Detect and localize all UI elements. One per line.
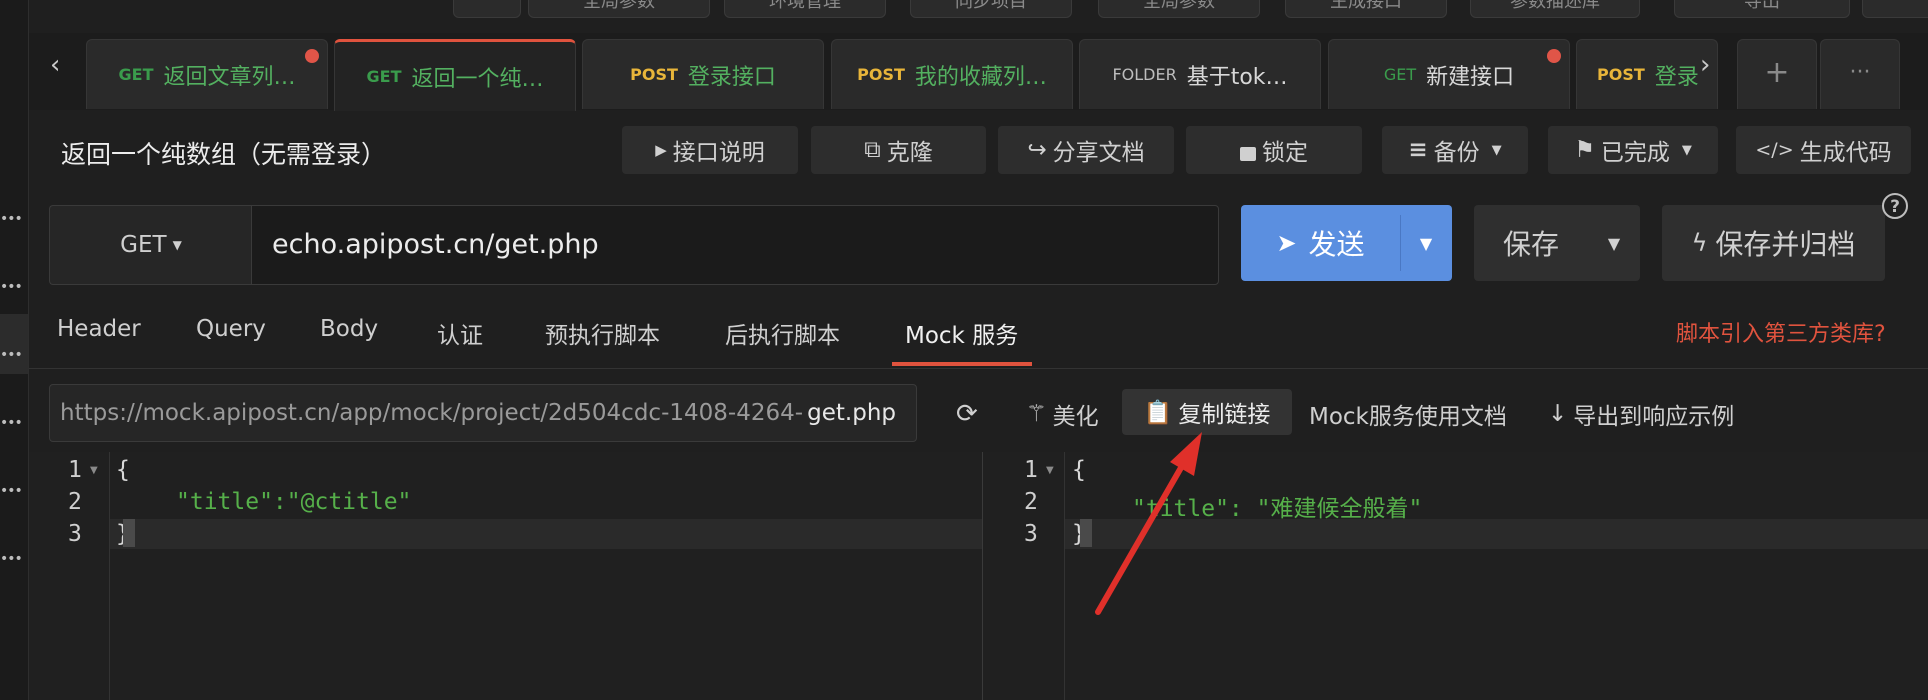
top-toolbar-button[interactable]: 参数描述库 (1470, 0, 1640, 18)
unsaved-dot (1547, 49, 1561, 63)
tab-query[interactable]: Query (196, 316, 266, 342)
tab-item[interactable]: POST 我的收藏列… (831, 39, 1073, 109)
tab-post-script[interactable]: 后执行脚本 (725, 316, 840, 350)
tab-pre-script[interactable]: 预执行脚本 (545, 316, 660, 350)
active-tab-underline (892, 362, 1032, 366)
line-number: 1 (1024, 457, 1038, 483)
top-toolbar-button[interactable] (1862, 0, 1928, 18)
top-toolbar-button[interactable]: 环境管理 (724, 0, 886, 18)
url-input[interactable]: echo.apipost.cn/get.php (251, 205, 1219, 285)
line-number: 2 (68, 489, 82, 515)
api-title: 返回一个纯数组（无需登录） (61, 140, 387, 169)
lock-button[interactable]: 锁定 (1186, 126, 1362, 174)
save-button[interactable]: 保存 ▼ (1474, 205, 1640, 281)
divider (29, 368, 1928, 369)
more-tabs-button[interactable]: ··· (1820, 39, 1900, 109)
save-archive-button[interactable]: ϟ 保存并归档 (1662, 205, 1885, 281)
tab-item[interactable]: GET 新建接口 (1328, 39, 1570, 109)
help-icon[interactable]: ? (1882, 193, 1908, 219)
lock-icon (1240, 147, 1256, 161)
beautify-button[interactable]: ⚚ 美化 (1026, 392, 1099, 436)
api-doc-button[interactable]: ▶ 接口说明 (622, 126, 798, 174)
tab-next-arrow[interactable]: › (1700, 50, 1710, 80)
send-main[interactable]: ➤ 发送 (1241, 205, 1400, 281)
text-cursor (123, 519, 135, 547)
more-icon[interactable]: ••• (0, 552, 23, 566)
line-number: 3 (1024, 521, 1038, 547)
tab-header[interactable]: Header (57, 316, 141, 342)
new-tab-button[interactable]: + (1737, 39, 1817, 109)
send-icon: ➤ (1276, 229, 1297, 257)
clone-button[interactable]: ⧉ 克隆 (811, 126, 986, 174)
top-toolbar-button[interactable]: 导出 (1674, 0, 1850, 18)
export-response-button[interactable]: ↓ 导出到响应示例 (1548, 392, 1734, 436)
code-line: "title":"@ctitle" (176, 489, 412, 515)
chevron-down-icon[interactable]: ▼ (1588, 205, 1640, 281)
code-icon: </> (1755, 139, 1794, 161)
tab-item[interactable]: FOLDER 基于tok… (1079, 39, 1321, 109)
top-toolbar-button[interactable] (453, 0, 521, 18)
share-doc-button[interactable]: ↪ 分享文档 (998, 126, 1174, 174)
top-toolbar-button[interactable]: 全局参数 (1098, 0, 1260, 18)
left-sidebar-strip: ••• ••• ••• ••• ••• ••• (0, 0, 29, 700)
top-toolbar-button[interactable]: 生成接口 (1285, 0, 1447, 18)
tab-item[interactable]: POST 登录接口 (582, 39, 824, 109)
clipboard-icon: 📋 (1143, 399, 1173, 426)
tab-mock-service[interactable]: Mock 服务 (905, 316, 1018, 350)
mock-template-editor[interactable] (29, 452, 982, 700)
code-line: { (116, 457, 130, 483)
chevron-down-icon: ▼ (172, 238, 182, 252)
share-icon: ↪ (1027, 137, 1047, 163)
editor-splitter[interactable] (982, 452, 983, 700)
database-icon: ≡ (1408, 137, 1428, 163)
tab-body[interactable]: Body (320, 316, 378, 342)
magic-wand-icon: ⚚ (1026, 401, 1047, 427)
more-icon[interactable]: ••• (0, 212, 23, 226)
code-line: { (1072, 457, 1086, 483)
more-icon[interactable]: ••• (0, 416, 23, 430)
fold-arrow-icon[interactable]: ▼ (90, 465, 98, 476)
tab-item-active[interactable]: GET 返回一个纯… (334, 39, 576, 111)
tab-item[interactable]: GET 返回文章列… (86, 39, 328, 109)
copy-link-button[interactable]: 📋 复制链接 (1122, 389, 1292, 435)
line-number: 2 (1024, 489, 1038, 515)
generate-code-button[interactable]: </> 生成代码 (1736, 126, 1911, 174)
more-icon[interactable]: ••• (0, 280, 23, 294)
line-number: 3 (68, 521, 82, 547)
tab-auth[interactable]: 认证 (437, 316, 483, 350)
copy-icon: ⧉ (864, 137, 881, 163)
chevron-down-icon[interactable]: ▼ (1400, 205, 1452, 281)
backup-button[interactable]: ≡ 备份 ▼ (1382, 126, 1528, 174)
fold-arrow-icon[interactable]: ▼ (1046, 465, 1054, 476)
chevron-down-icon: ▼ (1681, 142, 1692, 158)
annotation-arrow (1095, 432, 1202, 615)
unsaved-dot (305, 49, 319, 63)
arrow-down-icon: ↓ (1548, 401, 1568, 427)
third-party-library-link[interactable]: 脚本引入第三方类库? (1676, 316, 1886, 348)
mock-docs-link[interactable]: Mock服务使用文档 (1309, 392, 1507, 436)
tab-prev-arrow[interactable]: ‹ (50, 50, 60, 80)
chevron-down-icon: ▼ (1491, 142, 1502, 158)
refresh-icon[interactable]: ⟳ (956, 392, 978, 436)
bolt-icon: ϟ (1691, 229, 1708, 257)
tab-item[interactable]: POST 登录 (1576, 39, 1718, 109)
send-button[interactable]: ➤ 发送 ▼ (1241, 205, 1452, 281)
top-toolbar-button[interactable]: 全局参数 (528, 0, 710, 18)
more-icon[interactable]: ••• (0, 348, 23, 362)
mock-url-field[interactable]: https://mock.apipost.cn/app/mock/project… (49, 384, 917, 442)
top-toolbar-button[interactable]: 同步项目 (910, 0, 1072, 18)
method-select[interactable]: GET ▼ (49, 205, 252, 285)
status-button[interactable]: ⚑ 已完成 ▼ (1548, 126, 1718, 174)
play-icon: ▶ (655, 141, 667, 159)
more-icon[interactable]: ••• (0, 484, 23, 498)
flag-icon: ⚑ (1574, 137, 1595, 163)
sidebar-selected-marker (0, 314, 28, 374)
line-number: 1 (68, 457, 82, 483)
